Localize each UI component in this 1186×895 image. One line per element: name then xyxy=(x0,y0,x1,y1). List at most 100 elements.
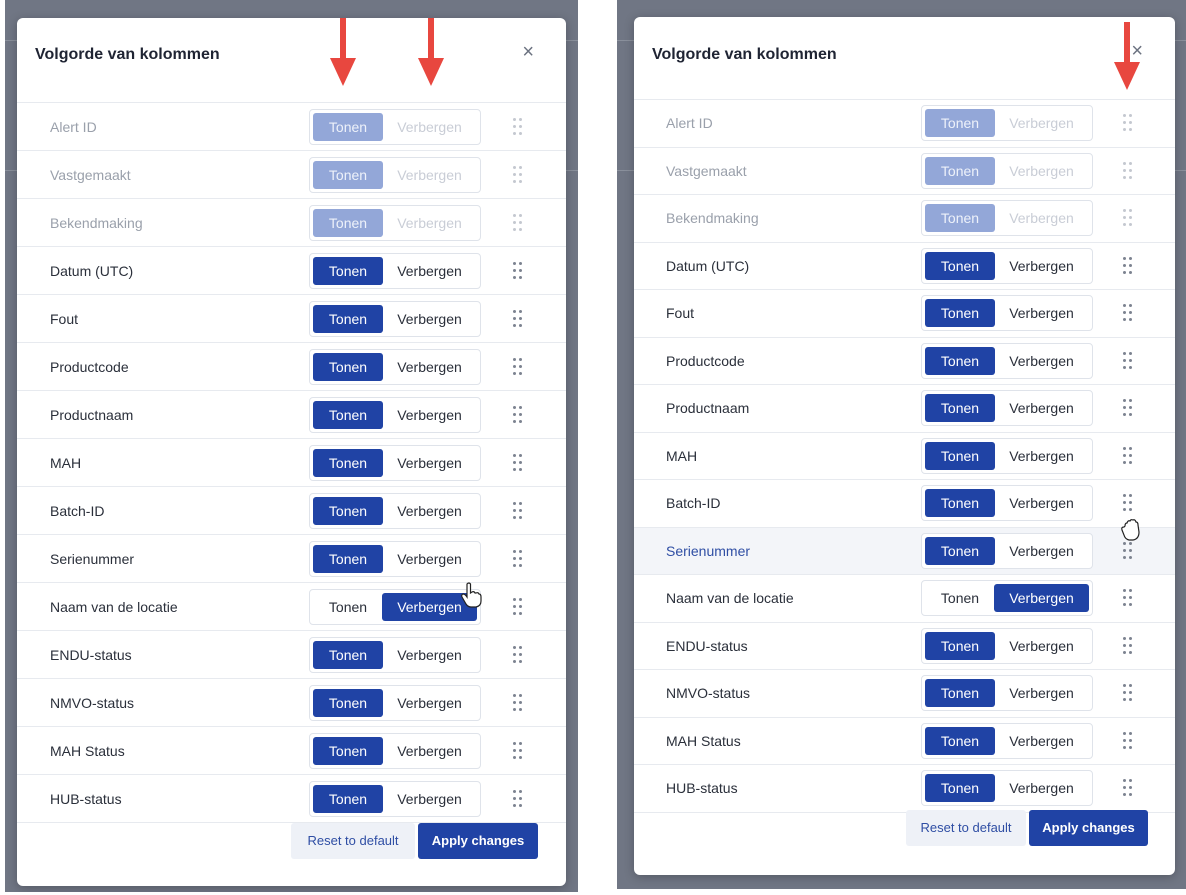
show-button[interactable]: Tonen xyxy=(313,496,383,525)
visibility-toggle: Tonen Verbergen xyxy=(921,770,1093,807)
close-icon[interactable]: × xyxy=(522,42,534,62)
visibility-toggle: Tonen Verbergen xyxy=(309,588,481,625)
hide-button[interactable]: Verbergen xyxy=(382,641,477,669)
drag-handle-icon[interactable] xyxy=(1123,494,1133,512)
drag-handle-icon[interactable] xyxy=(1123,399,1133,417)
show-button[interactable]: Tonen xyxy=(925,679,995,708)
column-label: Batch-ID xyxy=(666,495,721,512)
hide-button: Verbergen xyxy=(1009,115,1074,132)
show-button[interactable]: Tonen xyxy=(925,346,995,375)
show-button[interactable]: Tonen xyxy=(313,640,383,669)
drag-handle-icon[interactable] xyxy=(1123,351,1133,370)
column-label: Productnaam xyxy=(50,406,134,423)
drag-handle-icon[interactable] xyxy=(513,453,523,472)
column-row: Fout Tonen Verbergen xyxy=(634,289,1175,337)
apply-changes-button[interactable]: Apply changes xyxy=(1029,810,1148,846)
show-button[interactable]: Tonen xyxy=(925,631,995,660)
visibility-toggle: Tonen Verbergen xyxy=(309,396,481,433)
drag-handle-icon[interactable] xyxy=(1123,636,1133,655)
visibility-toggle: Tonen Verbergen xyxy=(921,295,1093,332)
show-button[interactable]: Tonen xyxy=(925,489,995,518)
drag-handle-icon[interactable] xyxy=(513,645,523,664)
show-button[interactable]: Tonen xyxy=(313,736,383,765)
drag-handle-icon[interactable] xyxy=(513,549,523,568)
reset-to-default-button[interactable]: Reset to default xyxy=(906,810,1026,846)
drag-handle-icon[interactable] xyxy=(1123,304,1133,322)
show-button[interactable]: Tonen xyxy=(313,688,383,717)
column-row: Productnaam Tonen Verbergen xyxy=(17,390,566,438)
drag-handle-icon[interactable] xyxy=(1123,684,1133,702)
drag-handle-icon[interactable] xyxy=(1123,731,1133,750)
show-button[interactable]: Tonen xyxy=(925,584,995,612)
show-button[interactable]: Tonen xyxy=(925,251,995,280)
drag-handle-icon[interactable] xyxy=(513,741,523,760)
hide-button[interactable]: Verbergen xyxy=(994,442,1089,470)
hide-button[interactable]: Verbergen xyxy=(994,252,1089,280)
visibility-toggle: Tonen Verbergen xyxy=(921,532,1093,569)
show-button: Tonen xyxy=(313,208,383,237)
show-button[interactable]: Tonen xyxy=(925,394,995,423)
drag-handle-icon[interactable] xyxy=(1123,256,1133,275)
hide-button[interactable]: Verbergen xyxy=(382,545,477,573)
drag-handle-icon[interactable] xyxy=(513,693,523,712)
hide-button[interactable]: Verbergen xyxy=(382,257,477,285)
column-row: Vastgemaakt Tonen Verbergen xyxy=(17,150,566,198)
hide-button[interactable]: Verbergen xyxy=(994,347,1089,375)
show-button[interactable]: Tonen xyxy=(313,448,383,477)
hide-button[interactable]: Verbergen xyxy=(382,401,477,429)
hide-button[interactable]: Verbergen xyxy=(994,299,1089,327)
column-label: Bekendmaking xyxy=(50,214,143,231)
hide-button[interactable]: Verbergen xyxy=(382,449,477,477)
drag-handle-icon[interactable] xyxy=(513,789,523,808)
show-button: Tonen xyxy=(925,204,995,233)
drag-handle-icon[interactable] xyxy=(513,597,523,616)
drag-handle-icon[interactable] xyxy=(1123,779,1133,797)
show-button[interactable]: Tonen xyxy=(925,441,995,470)
show-button[interactable]: Tonen xyxy=(925,774,995,803)
hide-button[interactable]: Verbergen xyxy=(382,305,477,333)
show-button[interactable]: Tonen xyxy=(313,304,383,333)
hide-button[interactable]: Verbergen xyxy=(382,785,477,813)
show-button[interactable]: Tonen xyxy=(313,544,383,573)
show-button[interactable]: Tonen xyxy=(313,352,383,381)
hide-button[interactable]: Verbergen xyxy=(994,679,1089,707)
hide-button[interactable]: Verbergen xyxy=(994,774,1089,802)
column-row: Naam van de locatie Tonen Verbergen xyxy=(634,574,1175,622)
column-row: Productcode Tonen Verbergen xyxy=(634,336,1175,385)
drag-handle-icon[interactable] xyxy=(1123,446,1133,465)
visibility-toggle: Tonen Verbergen xyxy=(309,444,481,481)
drag-handle-icon[interactable] xyxy=(1123,589,1133,607)
show-button[interactable]: Tonen xyxy=(925,536,995,565)
column-label: NMVO-status xyxy=(666,685,751,702)
hide-button[interactable]: Verbergen xyxy=(382,497,477,525)
drag-handle-icon[interactable] xyxy=(513,405,523,424)
column-row: Bekendmaking Tonen Verbergen xyxy=(17,198,566,246)
apply-changes-button[interactable]: Apply changes xyxy=(418,823,538,859)
red-arrow-icon xyxy=(418,18,444,86)
hide-button[interactable]: Verbergen xyxy=(382,737,477,765)
show-button[interactable]: Tonen xyxy=(313,400,383,429)
drag-handle-icon xyxy=(1123,209,1133,227)
drag-handle-icon[interactable] xyxy=(513,261,523,280)
drag-handle-icon[interactable] xyxy=(513,309,523,328)
drag-handle-icon[interactable] xyxy=(513,501,523,520)
show-button[interactable]: Tonen xyxy=(925,726,995,755)
hide-button[interactable]: Verbergen xyxy=(994,727,1089,755)
hide-button[interactable]: Verbergen xyxy=(994,632,1089,660)
hide-button[interactable]: Verbergen xyxy=(382,689,477,717)
show-button[interactable]: Tonen xyxy=(313,784,383,813)
column-row: Naam van de locatie Tonen Verbergen xyxy=(17,582,566,630)
drag-handle-icon[interactable] xyxy=(1123,541,1133,560)
drag-handle-icon[interactable] xyxy=(513,357,523,376)
grab-hand-icon xyxy=(1121,519,1140,541)
reset-to-default-button[interactable]: Reset to default xyxy=(291,823,415,859)
show-button[interactable]: Tonen xyxy=(925,299,995,328)
hide-button[interactable]: Verbergen xyxy=(994,584,1089,613)
hide-button[interactable]: Verbergen xyxy=(994,537,1089,565)
hide-button[interactable]: Verbergen xyxy=(994,489,1089,517)
show-button[interactable]: Tonen xyxy=(313,256,383,285)
show-button[interactable]: Tonen xyxy=(313,593,383,621)
column-row: ENDU-status Tonen Verbergen xyxy=(634,621,1175,670)
hide-button[interactable]: Verbergen xyxy=(994,394,1089,422)
hide-button[interactable]: Verbergen xyxy=(382,353,477,381)
